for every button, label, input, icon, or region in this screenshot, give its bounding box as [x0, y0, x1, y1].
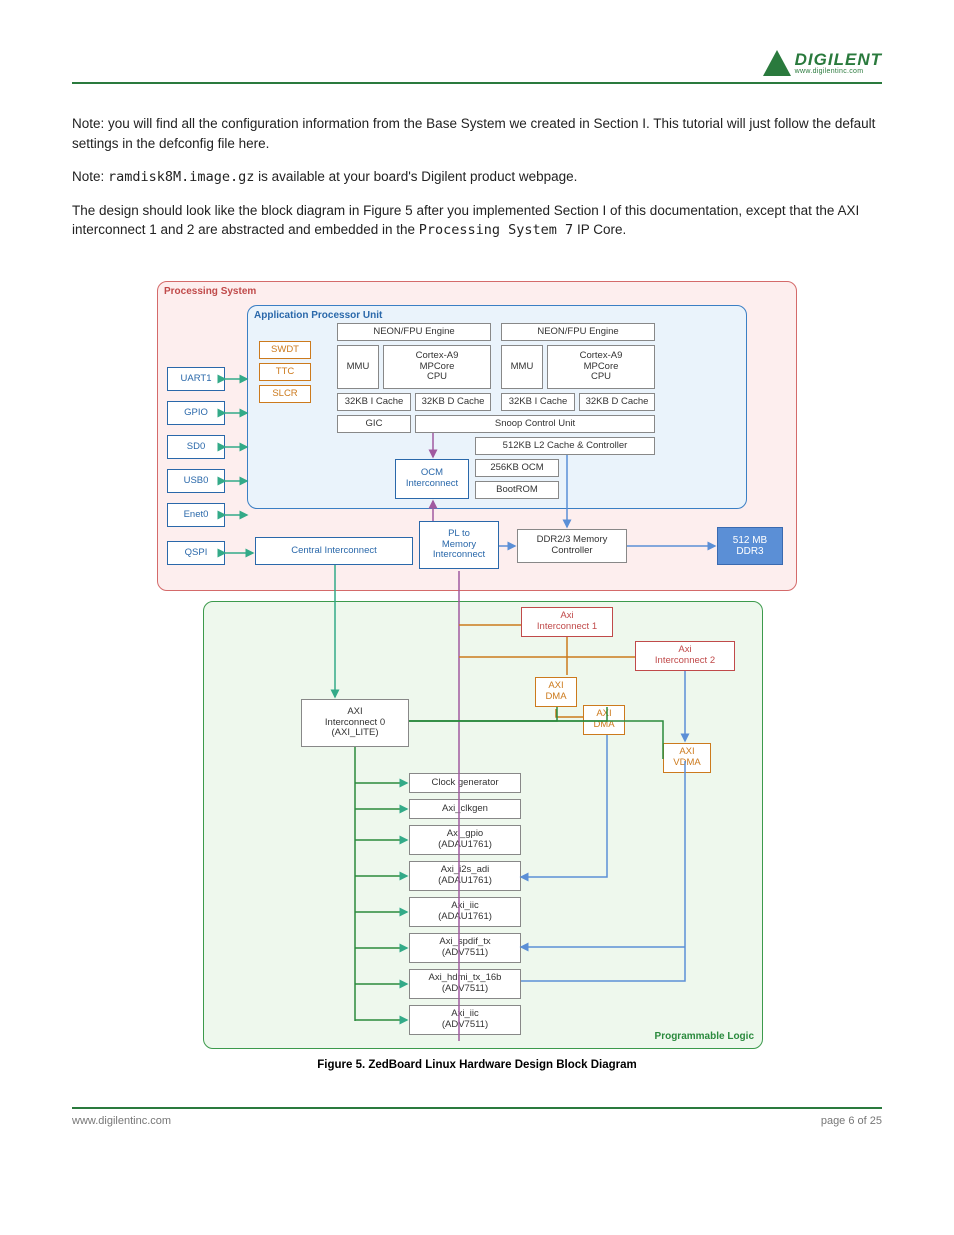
- central-interconnect: Central Interconnect: [255, 537, 413, 565]
- ddr-controller: DDR2/3 Memory Controller: [517, 529, 627, 563]
- logo: DIGILENT www.digilentinc.com: [763, 50, 882, 76]
- pl-to-memory-interconnect: PL to Memory Interconnect: [419, 521, 499, 569]
- body-text: Note: you will find all the configuratio…: [72, 114, 882, 241]
- pl-label: Programmable Logic: [655, 1031, 754, 1042]
- dcache-0: 32KB D Cache: [415, 393, 491, 411]
- ip-axi-iic-adau: Axi_iic (ADAU1761): [409, 897, 521, 927]
- ip-axi-hdmi: Axi_hdmi_tx_16b (ADV7511): [409, 969, 521, 999]
- mmu-0: MMU: [337, 345, 379, 389]
- ip-core-name: Processing System 7: [419, 222, 573, 238]
- paragraph-2: Note: ramdisk8M.image.gz is available at…: [72, 167, 882, 188]
- icache-0: 32KB I Cache: [337, 393, 411, 411]
- p3-post: IP Core.: [577, 222, 626, 237]
- neon-engine-0: NEON/FPU Engine: [337, 323, 491, 341]
- cortex-cpu-0: Cortex-A9 MPCore CPU: [383, 345, 491, 389]
- ip-axi-spdif: Axi_spdif_tx (ADV7511): [409, 933, 521, 963]
- axi-dma-2: AXI DMA: [583, 705, 625, 735]
- icache-1: 32KB I Cache: [501, 393, 575, 411]
- swdt-block: SWDT: [259, 341, 311, 359]
- io-sd0: SD0: [167, 435, 225, 459]
- note-tail: is available at your board's Digilent pr…: [258, 169, 577, 184]
- footer-page: page 6 of 25: [821, 1115, 882, 1127]
- axi-vdma: AXI VDMA: [663, 743, 711, 773]
- ps-label: Processing System: [164, 286, 256, 297]
- axi-dma-1: AXI DMA: [535, 677, 577, 707]
- ocm-interconnect: OCM Interconnect: [395, 459, 469, 499]
- figure-caption: Figure 5. ZedBoard Linux Hardware Design…: [157, 1059, 797, 1071]
- block-diagram: Processing System Application Processor …: [157, 281, 797, 1071]
- cortex-cpu-1: Cortex-A9 MPCore CPU: [547, 345, 655, 389]
- footer: www.digilentinc.com page 6 of 25: [72, 1107, 882, 1127]
- io-qspi: QSPI: [167, 541, 225, 565]
- neon-engine-1: NEON/FPU Engine: [501, 323, 655, 341]
- ddr3-memory: 512 MB DDR3: [717, 527, 783, 565]
- logo-main: DIGILENT: [795, 51, 882, 68]
- axi-interconnect-0-lite: AXI Interconnect 0 (AXI_LITE): [301, 699, 409, 747]
- slcr-block: SLCR: [259, 385, 311, 403]
- ocm-256: 256KB OCM: [475, 459, 559, 477]
- logo-sub: www.digilentinc.com: [795, 68, 882, 75]
- ip-axi-iic-adv: Axi_iic (ADV7511): [409, 1005, 521, 1035]
- bootrom: BootROM: [475, 481, 559, 499]
- io-uart1: UART1: [167, 367, 225, 391]
- io-enet0: Enet0: [167, 503, 225, 527]
- snoop-block: Snoop Control Unit: [415, 415, 655, 433]
- footer-site: www.digilentinc.com: [72, 1115, 171, 1127]
- dcache-1: 32KB D Cache: [579, 393, 655, 411]
- apu-label: Application Processor Unit: [254, 310, 382, 321]
- apu-region: Application Processor Unit: [247, 305, 747, 509]
- io-gpio: GPIO: [167, 401, 225, 425]
- paragraph-1: Note: you will find all the configuratio…: [72, 114, 882, 153]
- ramdisk-filename: ramdisk8M.image.gz: [108, 169, 254, 185]
- mmu-1: MMU: [501, 345, 543, 389]
- gic-block: GIC: [337, 415, 411, 433]
- note-label: Note:: [72, 169, 108, 184]
- logo-triangle-icon: [763, 50, 791, 76]
- ttc-block: TTC: [259, 363, 311, 381]
- paragraph-3: The design should look like the block di…: [72, 201, 882, 241]
- ip-clock-generator: Clock generator: [409, 773, 521, 793]
- l2-cache: 512KB L2 Cache & Controller: [475, 437, 655, 455]
- ip-axi-clkgen: Axi_clkgen: [409, 799, 521, 819]
- ip-axi-i2s: Axi_i2s_adi (ADAU1761): [409, 861, 521, 891]
- header: DIGILENT www.digilentinc.com: [72, 50, 882, 84]
- ip-axi-gpio: Axi_gpio (ADAU1761): [409, 825, 521, 855]
- io-usb0: USB0: [167, 469, 225, 493]
- axi-interconnect-2: Axi Interconnect 2: [635, 641, 735, 671]
- axi-interconnect-1: Axi Interconnect 1: [521, 607, 613, 637]
